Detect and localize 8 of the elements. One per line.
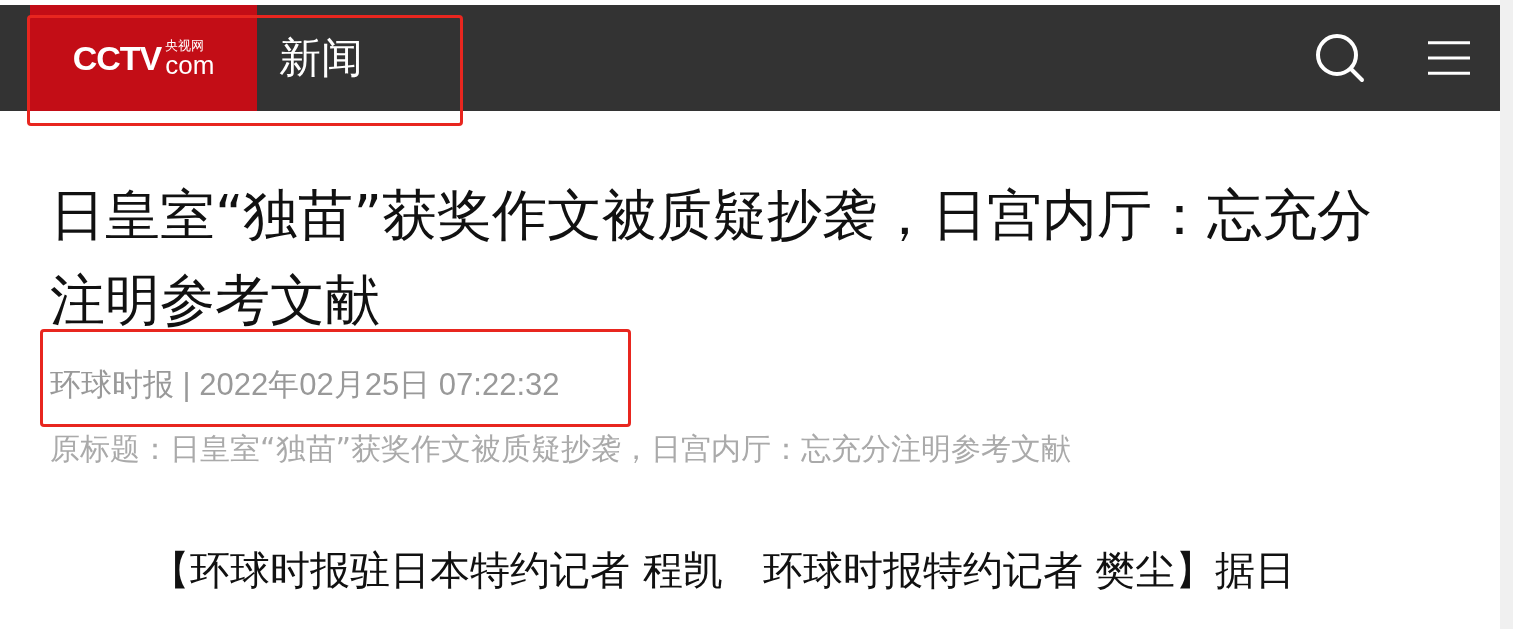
section-link[interactable]: 新闻 xyxy=(279,30,363,86)
menu-icon[interactable] xyxy=(1428,40,1470,76)
byline: 环球时报 | 2022年02月25日 07:22:32 xyxy=(50,366,560,404)
article-paragraph: 【环球时报驻日本特约记者 程凯 环球时报特约记者 樊尘】据日 xyxy=(149,546,1297,595)
scrollbar[interactable] xyxy=(1500,0,1513,629)
search-icon[interactable] xyxy=(1315,33,1365,83)
article-title: 日皇室“独苗”获奖作文被质疑抄袭，日宫内厅：忘充分注明参考文献 xyxy=(50,182,1373,334)
original-title: 原标题：日皇室“独苗”获奖作文被质疑抄袭，日宫内厅：忘充分注明参考文献 xyxy=(50,430,1073,468)
